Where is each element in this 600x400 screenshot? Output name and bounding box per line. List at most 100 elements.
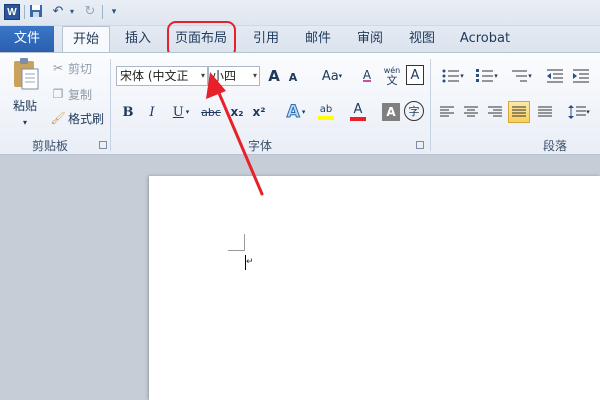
numbering-icon <box>476 69 494 82</box>
shrink-font-icon: A <box>288 70 298 84</box>
justify-button[interactable] <box>508 101 530 123</box>
char-border-button[interactable]: A <box>406 65 424 85</box>
align-right-button[interactable] <box>486 103 504 121</box>
phonetic-guide-icon: 文 <box>386 74 398 87</box>
chevron-down-icon[interactable]: ▾ <box>23 118 27 127</box>
distributed-icon <box>538 106 552 116</box>
numbering-button[interactable]: ▾ <box>472 67 502 85</box>
increase-indent-icon <box>573 69 589 83</box>
ribbon-tab-bar: 文件 开始 插入 页面布局 引用 邮件 审阅 视图 Acrobat <box>0 26 600 53</box>
bold-button[interactable]: B <box>120 103 136 121</box>
copy-label: 复制 <box>68 87 93 102</box>
qat-separator <box>24 5 25 19</box>
qat-separator <box>102 5 103 19</box>
superscript-icon: x² <box>252 105 266 119</box>
clipboard-paste-icon <box>14 58 39 90</box>
change-case-button[interactable]: Aa ▾ <box>318 67 346 85</box>
save-icon[interactable] <box>28 4 44 20</box>
multilevel-list-icon <box>512 70 528 82</box>
copy-icon: ❐ <box>52 87 64 101</box>
bullets-button[interactable]: ▾ <box>438 67 468 85</box>
highlight-icon: ab <box>319 104 333 115</box>
tab-references[interactable]: 引用 <box>246 26 286 52</box>
paste-button[interactable]: 粘贴 ▾ <box>6 57 44 127</box>
font-color-button[interactable]: A <box>344 101 372 123</box>
subscript-icon: x₂ <box>230 105 244 119</box>
align-left-button[interactable] <box>438 103 456 121</box>
tab-view[interactable]: 视图 <box>402 26 442 52</box>
document-page[interactable] <box>149 176 600 400</box>
ribbon-home: 粘贴 ▾ ✂ 剪切 ❐ 复制 🖌 格式刷 剪贴板 宋体 (中文正 ▾ 小四 ▾ … <box>0 52 600 155</box>
clipboard-group-label: 剪贴板 <box>31 139 68 153</box>
grow-font-icon: A <box>268 67 280 85</box>
char-shading-button[interactable]: A <box>382 103 400 121</box>
tab-mailings[interactable]: 邮件 <box>298 26 338 52</box>
chevron-down-icon: ▾ <box>460 72 464 80</box>
highlight-swatch <box>318 116 334 120</box>
tab-review[interactable]: 审阅 <box>350 26 390 52</box>
underline-button[interactable]: U ▾ <box>168 103 194 121</box>
align-center-button[interactable] <box>462 103 480 121</box>
format-painter-button[interactable]: 🖌 格式刷 <box>50 109 104 127</box>
margin-corner-mark <box>244 234 245 251</box>
text-effects-icon: A <box>286 102 300 123</box>
copy-button[interactable]: ❐ 复制 <box>50 85 92 103</box>
strikethrough-button[interactable]: abc <box>200 103 222 121</box>
decrease-indent-icon <box>547 69 563 83</box>
font-size-value: 小四 <box>212 69 237 83</box>
cut-label: 剪切 <box>68 61 93 76</box>
format-painter-label: 格式刷 <box>68 111 105 126</box>
tab-home[interactable]: 开始 <box>62 26 110 53</box>
highlight-color-button[interactable]: ab <box>312 101 340 123</box>
quick-access-toolbar: W ↶ ▾ ↻ ▾ <box>0 0 600 26</box>
group-separator <box>110 59 111 151</box>
chevron-down-icon: ▾ <box>528 72 532 80</box>
tab-file[interactable]: 文件 <box>0 26 54 52</box>
word-logo-icon[interactable]: W <box>4 4 20 20</box>
bold-icon: B <box>122 104 134 120</box>
cut-button[interactable]: ✂ 剪切 <box>50 59 92 77</box>
char-border-icon: A <box>410 67 420 83</box>
italic-button[interactable]: I <box>144 103 160 121</box>
font-color-swatch <box>350 117 366 121</box>
clear-format-button[interactable]: A <box>358 65 376 87</box>
subscript-button[interactable]: x₂ <box>228 103 246 121</box>
redo-icon[interactable]: ↻ <box>82 4 98 20</box>
customize-qat-icon[interactable]: ▾ <box>106 4 122 20</box>
distributed-button[interactable] <box>536 103 554 121</box>
superscript-button[interactable]: x² <box>250 103 268 121</box>
chevron-down-icon: ▾ <box>301 108 306 116</box>
enclose-characters-icon: 字 <box>408 105 420 118</box>
paragraph-group-label: 段落 <box>542 139 567 153</box>
clipboard-dialog-launcher-icon[interactable] <box>99 141 107 149</box>
undo-dropdown-icon[interactable]: ▾ <box>64 4 80 20</box>
paintbrush-icon: 🖌 <box>50 111 66 125</box>
shrink-font-button[interactable]: A <box>286 69 300 85</box>
font-name-combo[interactable]: 宋体 (中文正 ▾ <box>116 66 208 86</box>
chevron-down-icon: ▾ <box>338 72 343 80</box>
align-right-icon <box>488 106 502 116</box>
line-spacing-button[interactable]: ▾ <box>564 103 594 121</box>
text-effects-button[interactable]: A ▾ <box>282 101 310 123</box>
margin-corner-mark <box>228 250 245 251</box>
tab-insert[interactable]: 插入 <box>118 26 158 52</box>
strikethrough-icon: abc <box>201 105 221 119</box>
tab-acrobat[interactable]: Acrobat <box>452 26 518 52</box>
font-group-label: 字体 <box>247 139 272 153</box>
char-shading-icon: A <box>386 105 396 119</box>
font-name-value: 宋体 (中文正 <box>120 69 189 83</box>
paste-label: 粘贴 <box>12 99 37 113</box>
multilevel-list-button[interactable]: ▾ <box>506 67 536 85</box>
italic-icon: I <box>149 104 155 120</box>
chevron-down-icon[interactable]: ▾ <box>201 67 205 85</box>
font-dialog-launcher-icon[interactable] <box>416 141 424 149</box>
increase-indent-button[interactable] <box>572 67 590 85</box>
justify-icon <box>512 106 526 116</box>
font-size-combo[interactable]: 小四 ▾ <box>208 66 260 86</box>
phonetic-guide-button[interactable]: wén 文 <box>382 65 402 87</box>
decrease-indent-button[interactable] <box>546 67 564 85</box>
grow-font-button[interactable]: A <box>266 67 282 85</box>
chevron-down-icon[interactable]: ▾ <box>253 67 257 85</box>
enclose-characters-button[interactable]: 字 <box>404 101 424 121</box>
scissors-icon: ✂ <box>52 61 64 75</box>
